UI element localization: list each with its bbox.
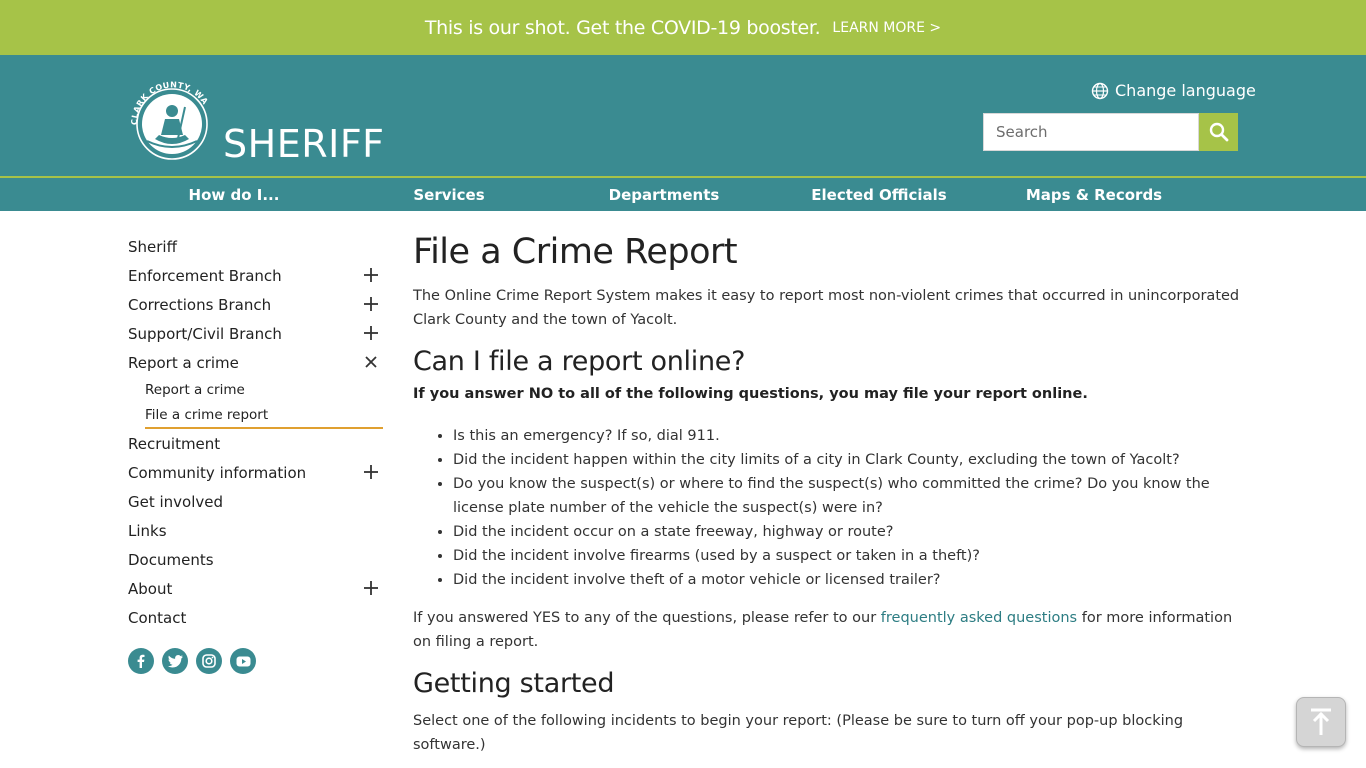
list-item: Did the incident involve firearms (used … bbox=[453, 544, 1243, 568]
nav-maps-records[interactable]: Maps & Records bbox=[1026, 186, 1162, 204]
sidebar-subitem-report-a-crime[interactable]: Report a crime bbox=[145, 377, 383, 403]
nav-services[interactable]: Services bbox=[413, 186, 484, 204]
select-incident-instructions: Select one of the following incidents to… bbox=[413, 713, 1184, 753]
arrow-up-to-top-icon bbox=[1311, 708, 1331, 735]
sidebar-item-label: Community information bbox=[128, 463, 307, 482]
search-button[interactable] bbox=[1199, 113, 1238, 151]
sidebar-item-get-involved[interactable]: Get involved bbox=[128, 487, 383, 516]
sidebar-item-label: Corrections Branch bbox=[128, 295, 272, 314]
plus-icon[interactable] bbox=[363, 580, 379, 596]
sidebar-item-label: Get involved bbox=[128, 492, 224, 511]
plus-icon[interactable] bbox=[363, 267, 379, 283]
sidebar-item-links[interactable]: Links bbox=[128, 516, 383, 545]
heading-getting-started: Getting started bbox=[413, 668, 615, 699]
main-content: File a Crime Report The Online Crime Rep… bbox=[413, 232, 1243, 757]
sidebar-item-community-information[interactable]: Community information bbox=[128, 458, 383, 487]
sidebar-item-label: Documents bbox=[128, 550, 214, 569]
change-language-button[interactable]: Change language bbox=[1091, 81, 1256, 100]
page-title: File a Crime Report bbox=[413, 232, 738, 272]
sidebar-item-sheriff[interactable]: Sheriff bbox=[128, 232, 383, 261]
instagram-icon[interactable] bbox=[196, 648, 222, 674]
site-logo-text[interactable]: SHERIFF bbox=[223, 122, 385, 166]
globe-icon bbox=[1091, 82, 1109, 99]
learn-more-link[interactable]: LEARN MORE > bbox=[832, 20, 941, 36]
sidebar-item-enforcement-branch[interactable]: Enforcement Branch bbox=[128, 261, 383, 290]
social-links bbox=[128, 648, 256, 674]
sidebar-item-label: Report a crime bbox=[128, 353, 239, 372]
search-input[interactable] bbox=[983, 113, 1199, 151]
site-header: CLARK COUNTY, WASHINGTON SHERIFF Change … bbox=[0, 55, 1366, 176]
change-language-label: Change language bbox=[1115, 81, 1256, 100]
sidebar-item-about[interactable]: About bbox=[128, 574, 383, 603]
eligibility-questions: Is this an emergency? If so, dial 911. D… bbox=[453, 424, 1243, 592]
nav-elected-officials[interactable]: Elected Officials bbox=[811, 186, 946, 204]
list-item: Do you know the suspect(s) or where to f… bbox=[453, 472, 1243, 520]
heading-can-i-file-online: Can I file a report online? bbox=[413, 346, 746, 377]
close-icon[interactable] bbox=[363, 354, 379, 370]
twitter-icon[interactable] bbox=[162, 648, 188, 674]
nav-how-do-i[interactable]: How do I... bbox=[189, 186, 280, 204]
sidebar-item-label: Support/Civil Branch bbox=[128, 324, 282, 343]
covid-alert-bar: This is our shot. Get the COVID-19 boost… bbox=[0, 0, 1366, 55]
main-nav: How do I... Services Departments Elected… bbox=[0, 176, 1366, 211]
sidebar-item-documents[interactable]: Documents bbox=[128, 545, 383, 574]
list-item: Did the incident occur on a state freewa… bbox=[453, 520, 1243, 544]
answer-text-before: If you answered YES to any of the questi… bbox=[413, 610, 881, 626]
back-to-top-button[interactable] bbox=[1296, 697, 1346, 747]
search-icon bbox=[1209, 122, 1228, 142]
sidebar-item-label: Recruitment bbox=[128, 434, 221, 453]
list-item: Did the incident happen within the city … bbox=[453, 448, 1243, 472]
sidebar-item-corrections-branch[interactable]: Corrections Branch bbox=[128, 290, 383, 319]
intro-paragraph: The Online Crime Report System makes it … bbox=[413, 288, 1240, 328]
sidebar-item-label: Enforcement Branch bbox=[128, 266, 282, 285]
youtube-icon[interactable] bbox=[230, 648, 256, 674]
yes-answer-paragraph: If you answered YES to any of the questi… bbox=[413, 606, 1243, 654]
alert-message: This is our shot. Get the COVID-19 boost… bbox=[424, 16, 821, 39]
facebook-icon[interactable] bbox=[128, 648, 154, 674]
plus-icon[interactable] bbox=[363, 325, 379, 341]
sidebar-item-label: Sheriff bbox=[128, 237, 177, 256]
report-a-crime-submenu: Report a crime File a crime report bbox=[145, 377, 383, 429]
sidebar-item-support-civil-branch[interactable]: Support/Civil Branch bbox=[128, 319, 383, 348]
sidebar-item-recruitment[interactable]: Recruitment bbox=[128, 429, 383, 458]
plus-icon[interactable] bbox=[363, 464, 379, 480]
sidebar-item-label: Links bbox=[128, 521, 167, 540]
nav-departments[interactable]: Departments bbox=[609, 186, 720, 204]
sidebar-item-label: About bbox=[128, 579, 173, 598]
sidebar-item-report-a-crime[interactable]: Report a crime bbox=[128, 348, 383, 377]
list-item: Did the incident involve theft of a moto… bbox=[453, 568, 1243, 592]
plus-icon[interactable] bbox=[363, 296, 379, 312]
sidebar-item-label: Contact bbox=[128, 608, 187, 627]
county-seal-logo[interactable]: CLARK COUNTY, WASHINGTON bbox=[123, 70, 215, 163]
eligibility-note: If you answer NO to all of the following… bbox=[413, 386, 1088, 402]
site-search bbox=[983, 113, 1238, 151]
list-item: Is this an emergency? If so, dial 911. bbox=[453, 424, 1243, 448]
sidebar-item-contact[interactable]: Contact bbox=[128, 603, 383, 632]
section-sidebar: Sheriff Enforcement Branch Corrections B… bbox=[128, 232, 383, 632]
sidebar-subitem-file-a-crime-report[interactable]: File a crime report bbox=[145, 403, 383, 429]
faq-link[interactable]: frequently asked questions bbox=[881, 610, 1077, 626]
